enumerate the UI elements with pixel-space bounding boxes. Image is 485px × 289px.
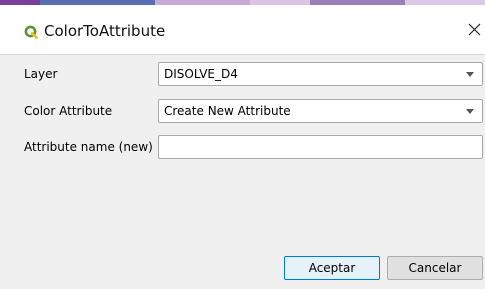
attribute-name-input[interactable] [158,135,483,159]
layer-select-value: DISOLVE_D4 [164,67,238,81]
close-icon[interactable] [464,19,484,41]
dialog-content [0,55,485,289]
title-bar: ColorToAttribute [0,5,485,55]
chevron-down-icon [466,109,474,114]
color-attribute-label: Color Attribute [24,104,113,118]
ok-button[interactable]: Aceptar [284,256,380,280]
window-title: ColorToAttribute [44,22,166,40]
attribute-name-label: Attribute name (new) [24,140,153,154]
layer-select[interactable]: DISOLVE_D4 [158,62,483,86]
cancel-button-label: Cancelar [408,261,462,275]
cancel-button[interactable]: Cancelar [387,256,483,280]
qgis-logo-icon [24,25,38,39]
ok-button-label: Aceptar [308,261,356,275]
color-attribute-select[interactable]: Create New Attribute [158,99,483,123]
chevron-down-icon [466,72,474,77]
layer-label: Layer [24,67,58,81]
color-attribute-select-value: Create New Attribute [164,104,291,118]
